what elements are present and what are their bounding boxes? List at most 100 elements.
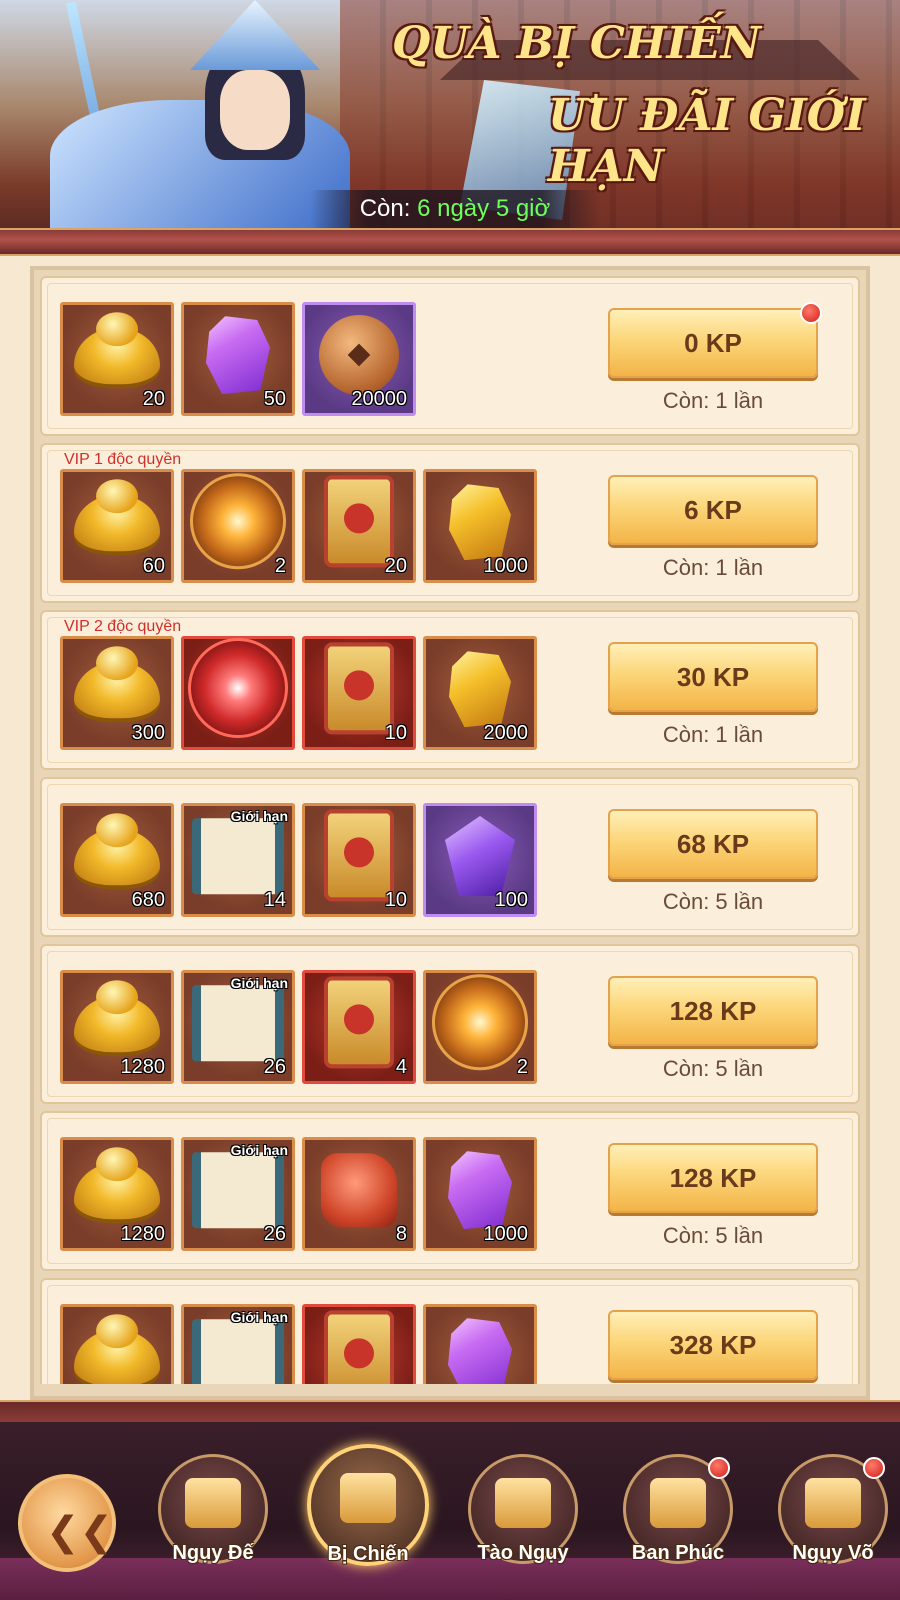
buy-button[interactable]: 128 KP (608, 976, 818, 1046)
reward-item-slot[interactable] (302, 1304, 416, 1384)
reward-item-slot[interactable]: 20000 (302, 302, 416, 416)
money-bag-icon (805, 1477, 861, 1528)
package-row: Giới hạn 328 KP (40, 1278, 860, 1384)
tab-label: Tào Ngụy (477, 1542, 569, 1564)
remaining-purchases: Còn: 1 lần (662, 722, 764, 747)
item-quantity: 300 (131, 722, 165, 744)
buy-button[interactable]: 6 KP (608, 475, 818, 545)
reward-item-slot[interactable] (423, 1304, 537, 1384)
banner-title: QUÀ BỊ CHIẾN (392, 18, 761, 69)
item-quantity: 10 (384, 722, 407, 744)
scroll-icon (192, 1319, 284, 1384)
remaining-purchases: Còn: 1 lần (662, 388, 764, 413)
reward-item-slot[interactable]: Giới hạn 26 (181, 1137, 295, 1251)
scroll-icon (192, 1152, 284, 1229)
hero-character-art (20, 0, 360, 232)
purple-gem-icon (206, 316, 270, 395)
reward-item-slot[interactable]: 100 (423, 803, 537, 917)
ornamental-divider (0, 228, 900, 256)
violet-crystal-icon (445, 816, 515, 896)
reward-items: 680 Giới hạn 14 10 100 (60, 803, 537, 917)
gold-ingot-icon (74, 813, 160, 886)
back-button[interactable]: ❮❮ (18, 1474, 116, 1572)
reward-item-slot[interactable]: Giới hạn 14 (181, 803, 295, 917)
reward-item-slot[interactable]: 8 (302, 1137, 416, 1251)
golden-token-icon (324, 475, 394, 568)
reward-item-slot[interactable]: 2 (423, 970, 537, 1084)
price-label: 30 KP (676, 662, 750, 692)
limited-tag: Giới hạn (230, 975, 288, 991)
hero-face (220, 70, 290, 150)
reward-item-slot[interactable]: 2000 (423, 636, 537, 750)
golden-orb-icon (190, 473, 286, 570)
buy-button[interactable]: 30 KP (608, 642, 818, 712)
buy-button[interactable]: 68 KP (608, 809, 818, 879)
package-row: 1280 Giới hạn 26 4 2 128 KP Còn: 5 lần (40, 944, 860, 1104)
remaining-purchases: Còn: 1 lần (662, 555, 764, 580)
scroll-icon (192, 818, 284, 895)
package-row: 680 Giới hạn 14 10 100 68 KP Còn: 5 lần (40, 777, 860, 937)
reward-item-slot[interactable]: 10 (302, 636, 416, 750)
item-quantity: 100 (494, 889, 528, 911)
gold-ingot-icon (74, 1314, 160, 1384)
buy-button[interactable]: 328 KP (608, 1310, 818, 1380)
limited-tag: Giới hạn (230, 808, 288, 824)
countdown-label: Còn: (359, 195, 411, 222)
notification-dot (800, 302, 822, 324)
item-quantity: 1000 (483, 555, 529, 577)
hero-helmet (190, 0, 320, 70)
package-list[interactable]: 20 50 20000 0 KP Còn: 1 lần VIP 1 độc quyền 60… (40, 276, 860, 1384)
reward-items: Giới hạn (60, 1304, 537, 1384)
reward-item-slot[interactable]: 4 (302, 970, 416, 1084)
package-row: 20 50 20000 0 KP Còn: 1 lần (40, 276, 860, 436)
tab-gift-box[interactable]: Bị Chiến (307, 1444, 429, 1566)
reward-item-slot[interactable]: 1000 (423, 1137, 537, 1251)
reward-item-slot[interactable]: Giới hạn 26 (181, 970, 295, 1084)
package-row: VIP 1 độc quyền 60 2 20 1000 6 KP Còn: 1 lần (40, 443, 860, 603)
reward-item-slot[interactable]: 20 (60, 302, 174, 416)
item-quantity: 20000 (351, 388, 407, 410)
item-quantity: 2 (274, 555, 286, 577)
reward-item-slot[interactable]: 1000 (423, 469, 537, 583)
item-quantity: 14 (263, 889, 286, 911)
reward-item-slot[interactable]: 680 (60, 803, 174, 917)
reward-item-slot[interactable]: 50 (181, 302, 295, 416)
gold-ingot-icon (74, 646, 160, 719)
gift-box-icon (340, 1473, 396, 1524)
reward-item-slot[interactable]: 20 (302, 469, 416, 583)
purple-gem-icon (448, 1318, 512, 1384)
tab-chest[interactable]: Ban Phúc (623, 1454, 733, 1564)
reward-item-slot[interactable] (60, 1304, 174, 1384)
reward-item-slot[interactable]: 1280 (60, 1137, 174, 1251)
reward-item-slot[interactable] (181, 636, 295, 750)
golden-token-icon (324, 809, 394, 902)
ornamental-divider-bottom (0, 1400, 900, 1422)
tab-label: Ngụy Đế (172, 1542, 254, 1564)
reward-item-slot[interactable]: Giới hạn (181, 1304, 295, 1384)
notification-dot (863, 1457, 885, 1479)
tab-palace[interactable]: Ngụy Đế (158, 1454, 268, 1564)
notification-dot (708, 1457, 730, 1479)
tab-money-bag[interactable]: Ngụy Võ (778, 1454, 888, 1564)
purple-gem-icon (448, 1151, 512, 1230)
item-quantity: 26 (263, 1223, 286, 1245)
tab-treasure-ingots[interactable]: Tào Ngụy (468, 1454, 578, 1564)
item-quantity: 2000 (483, 722, 529, 744)
countdown-value: 6 ngày 5 giờ (417, 195, 551, 222)
price-label: 128 KP (669, 1163, 757, 1193)
price-label: 328 KP (669, 1330, 757, 1360)
price-label: 0 KP (684, 328, 742, 358)
bottom-navigation: ❮❮ Ngụy Đế Bị Chiến Tào Ngụy Ban Phúc Ngụy V… (0, 1422, 900, 1600)
red-token-icon (324, 642, 394, 735)
reward-item-slot[interactable]: 10 (302, 803, 416, 917)
yellow-crystal-icon (449, 484, 511, 561)
buy-button[interactable]: 128 KP (608, 1143, 818, 1213)
buy-button[interactable]: 0 KP (608, 302, 822, 378)
reward-item-slot[interactable]: 1280 (60, 970, 174, 1084)
reward-item-slot[interactable]: 300 (60, 636, 174, 750)
reward-item-slot[interactable]: 2 (181, 469, 295, 583)
reward-items: 1280 Giới hạn 26 4 2 (60, 970, 537, 1084)
reward-items: 1280 Giới hạn 26 8 1000 (60, 1137, 537, 1251)
reward-item-slot[interactable]: 60 (60, 469, 174, 583)
nav-strip (0, 1558, 900, 1600)
